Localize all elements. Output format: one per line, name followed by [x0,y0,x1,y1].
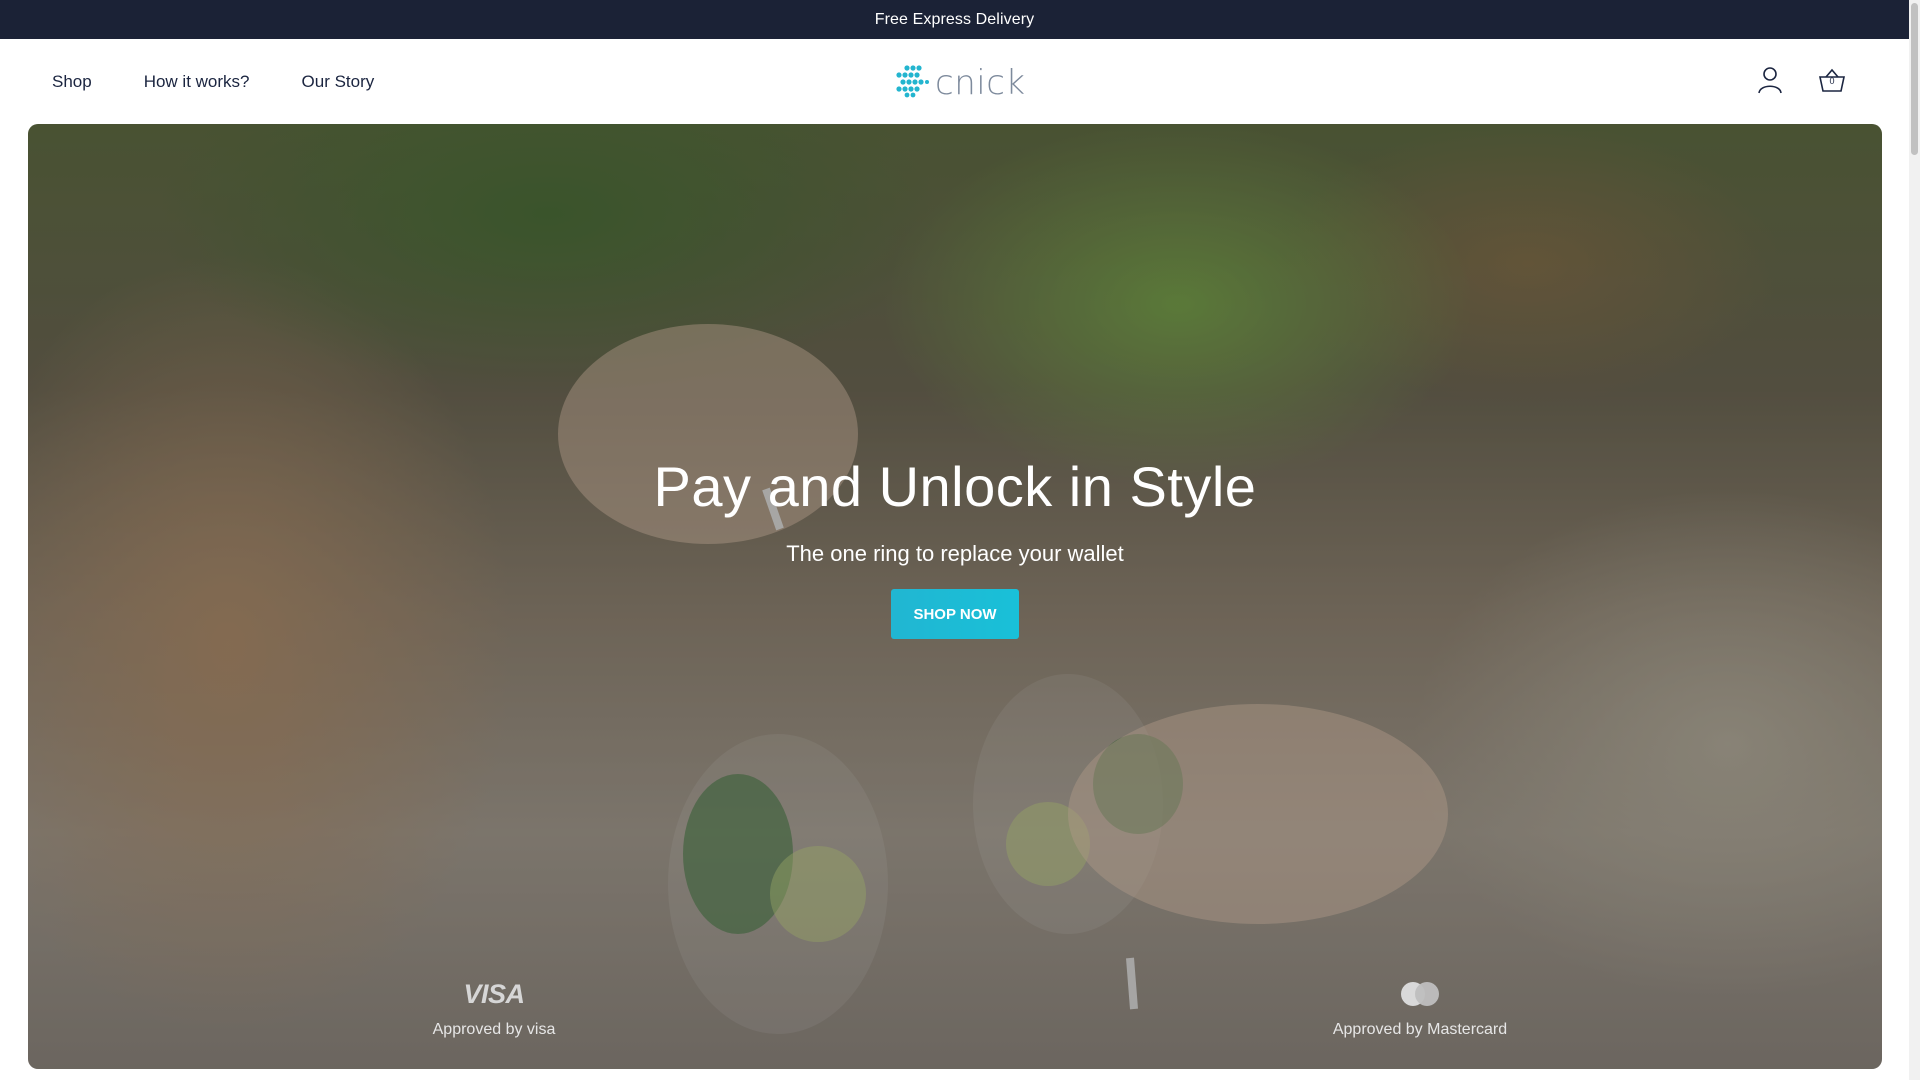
hero-content: Pay and Unlock in Style The one ring to … [28,454,1882,639]
visa-approval-label: Approved by visa [432,1021,556,1038]
scrollbar-thumb[interactable] [1911,3,1918,155]
brand-logo[interactable]: cnick [893,63,1026,103]
basket-icon[interactable]: 0 [1818,65,1846,95]
hero-title: Pay and Unlock in Style [653,455,1257,518]
site-header: Shop How it works? Our Story cnick 0 [0,39,1909,124]
cart-count-badge: 0 [1829,76,1835,86]
nav-item-shop[interactable]: Shop [52,72,92,92]
mastercard-badge: Approved by Mastercard [1290,979,1550,1039]
visa-badge: VISA Approved by visa [364,979,624,1039]
mastercard-approval-label: Approved by Mastercard [1332,1021,1508,1038]
hero-banner: Pay and Unlock in Style The one ring to … [28,124,1882,1069]
page-scrollbar[interactable] [1909,0,1920,1080]
user-icon[interactable] [1756,65,1784,95]
logo-mark-icon [893,64,929,103]
header-actions: 0 [1756,65,1846,95]
nav-item-our-story[interactable]: Our Story [302,72,375,92]
nav-item-how-it-works[interactable]: How it works? [144,72,250,92]
hero-subtitle: The one ring to replace your wallet [786,541,1124,566]
announcement-bar: Free Express Delivery [0,0,1909,39]
shop-now-button[interactable]: SHOP NOW [891,589,1019,639]
main-nav: Shop How it works? Our Story [52,39,374,124]
announcement-text: Free Express Delivery [874,10,1035,28]
mastercard-icon [1399,979,1441,1009]
visa-logo: VISA [463,979,525,1009]
logo-wordmark: cnick [935,63,1026,103]
